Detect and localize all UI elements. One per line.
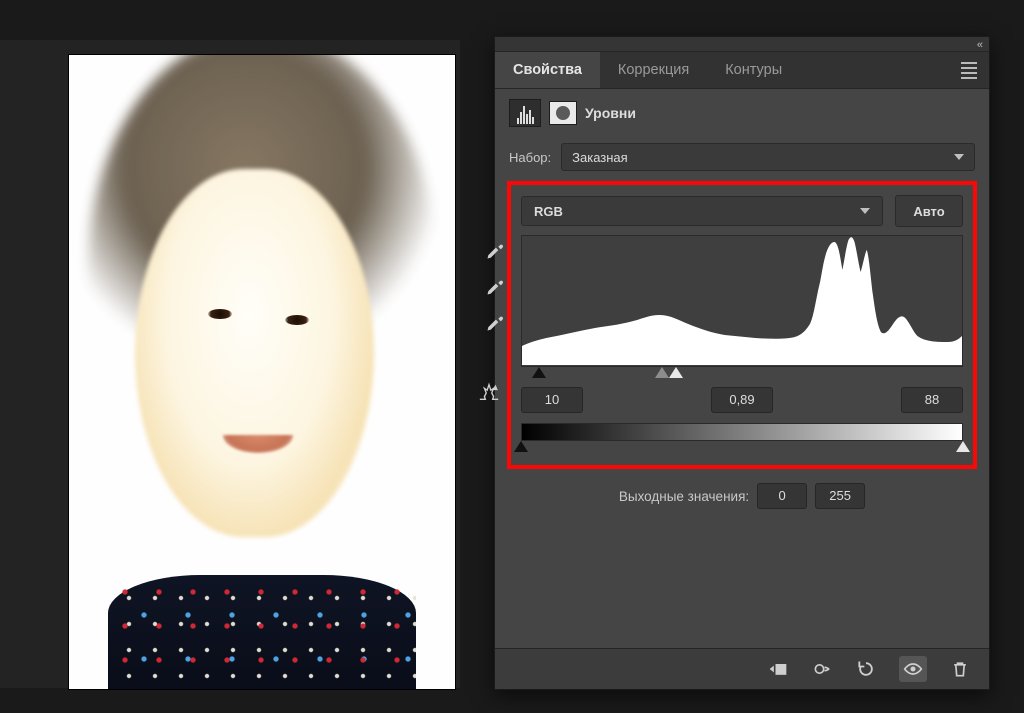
trash-icon[interactable] xyxy=(949,659,971,679)
highlight-slider[interactable] xyxy=(669,367,683,378)
output-label: Выходные значения: xyxy=(619,489,749,504)
photo-eye-right xyxy=(285,315,309,325)
adjustment-title: Уровни xyxy=(585,105,636,121)
preset-value: Заказная xyxy=(572,150,628,165)
input-sliders[interactable] xyxy=(521,367,963,381)
channel-value: RGB xyxy=(534,204,563,219)
shadow-slider[interactable] xyxy=(532,367,546,378)
eyedropper-gray-icon[interactable] xyxy=(485,277,505,297)
tab-properties[interactable]: Свойства xyxy=(495,52,600,88)
clip-to-layer-icon[interactable] xyxy=(767,659,789,679)
reset-icon[interactable] xyxy=(855,659,877,679)
highlight-input[interactable]: 88 xyxy=(901,387,963,413)
output-values-row: Выходные значения: 0 255 xyxy=(495,483,989,509)
tab-contours[interactable]: Контуры xyxy=(707,52,800,88)
output-gradient[interactable] xyxy=(521,423,963,441)
levels-icon[interactable] xyxy=(509,99,541,127)
preset-row: Набор: Заказная xyxy=(495,137,989,177)
clipping-warning-icon[interactable]: ! xyxy=(477,381,501,406)
eyedropper-black-icon[interactable] xyxy=(485,241,505,261)
chevron-down-icon xyxy=(860,208,870,214)
eyedropper-white-icon[interactable] xyxy=(485,313,505,333)
panel-tabs: Свойства Коррекция Контуры xyxy=(495,52,989,89)
svg-text:!: ! xyxy=(497,385,498,390)
photo-dress xyxy=(108,575,417,690)
channel-select[interactable]: RGB xyxy=(521,196,883,226)
shadow-input[interactable]: 10 xyxy=(521,387,583,413)
eyedropper-group xyxy=(485,235,517,333)
chevron-down-icon xyxy=(954,154,964,160)
tab-correction[interactable]: Коррекция xyxy=(600,52,707,88)
panel-titlebar[interactable]: « xyxy=(495,37,989,52)
levels-highlight-region: RGB Авто xyxy=(507,181,977,469)
collapse-icon[interactable]: « xyxy=(977,39,983,51)
output-sliders[interactable] xyxy=(521,441,963,455)
output-low-input[interactable]: 0 xyxy=(757,483,807,509)
document-canvas[interactable] xyxy=(68,54,456,690)
photo-face-region xyxy=(135,169,374,537)
layer-mask-icon[interactable] xyxy=(549,101,577,125)
properties-panel: « Свойства Коррекция Контуры Уровни Набо… xyxy=(494,36,990,690)
visibility-icon[interactable] xyxy=(899,656,927,682)
midtone-input[interactable]: 0,89 xyxy=(711,387,773,413)
histogram[interactable] xyxy=(521,235,963,367)
panel-menu-icon[interactable] xyxy=(961,62,977,79)
output-high-input[interactable]: 255 xyxy=(815,483,865,509)
histogram-shape xyxy=(522,237,962,365)
auto-button[interactable]: Авто xyxy=(895,195,963,227)
panel-footer xyxy=(495,648,989,689)
output-high-slider[interactable] xyxy=(956,441,970,452)
photo-eye-left xyxy=(208,309,232,319)
midtone-slider[interactable] xyxy=(655,367,669,378)
adjustment-header: Уровни xyxy=(495,89,989,137)
view-previous-icon[interactable] xyxy=(811,659,833,679)
preset-label: Набор: xyxy=(509,150,551,165)
output-low-slider[interactable] xyxy=(514,441,528,452)
preset-select[interactable]: Заказная xyxy=(561,143,975,171)
